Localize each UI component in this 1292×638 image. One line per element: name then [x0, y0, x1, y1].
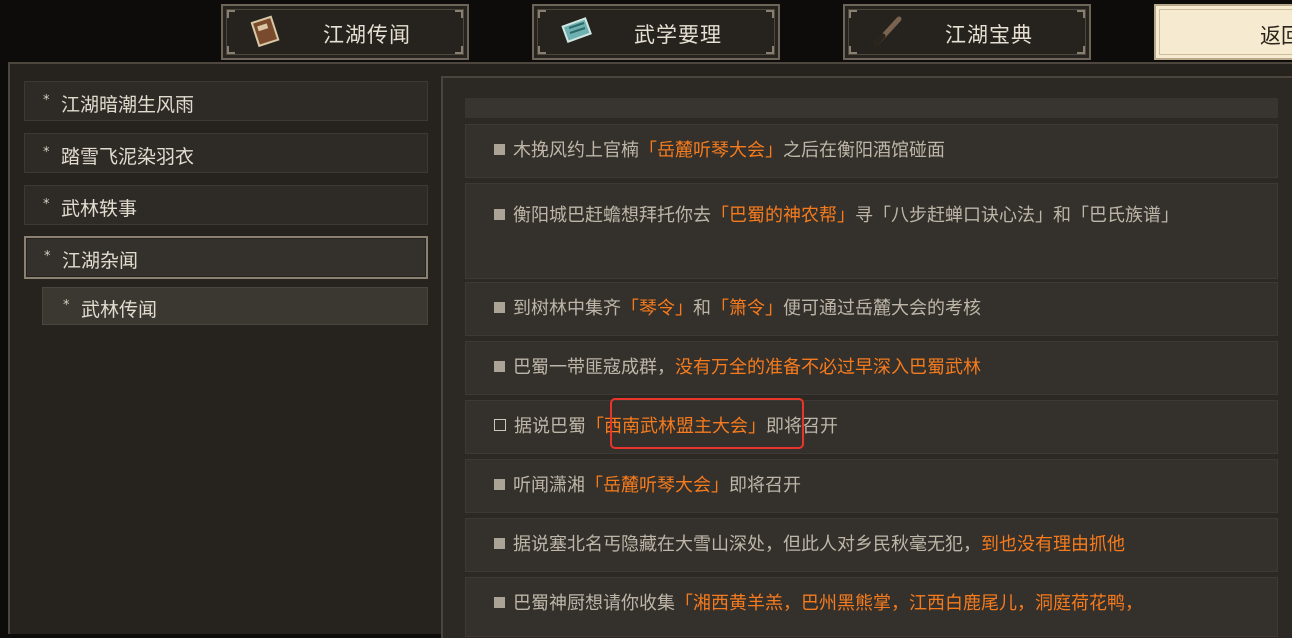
tab-jianghu-compendium[interactable]: 江湖宝典 [843, 4, 1091, 60]
checkbox-filled-icon [494, 361, 505, 372]
tab-label: 江湖宝典 [945, 23, 1033, 47]
back-button[interactable]: 返回 [1154, 4, 1292, 60]
subcategory-item[interactable]: * 武林传闻 [42, 287, 428, 325]
tab-label: 江湖传闻 [323, 23, 411, 47]
list-item: 据说巴蜀「西南武林盟主大会」即将召开 [465, 400, 1278, 454]
subcategory-label: 武林传闻 [81, 299, 158, 321]
list-item: 巴蜀神厨想请你收集「湘西黄羊羔，巴州黑熊掌，江西白鹿尾儿，洞庭荷花鸭， [465, 577, 1278, 637]
star-icon: * [43, 145, 50, 160]
category-label: 江湖杂闻 [62, 250, 139, 272]
annotation-highlight-box [610, 398, 804, 449]
category-item[interactable]: * 武林轶事 [24, 185, 428, 225]
tab-label: 武学要理 [634, 23, 722, 47]
category-item-selected[interactable]: * 江湖杂闻 [24, 236, 428, 279]
checkbox-empty-icon [494, 419, 506, 431]
category-item[interactable]: * 踏雪飞泥染羽衣 [24, 133, 428, 173]
star-icon: * [63, 298, 70, 313]
star-icon: * [44, 249, 51, 264]
category-label: 武林轶事 [61, 198, 138, 220]
category-label: 踏雪飞泥染羽衣 [61, 146, 195, 168]
checkbox-filled-icon [494, 302, 505, 313]
back-button-label: 返回 [1260, 24, 1292, 48]
list-item: 到树林中集齐「琴令」和「箫令」便可通过岳麓大会的考核 [465, 282, 1278, 336]
checkbox-filled-icon [494, 209, 505, 220]
list-item: 据说塞北名丐隐藏在大雪山深处，但此人对乡民秋毫无犯，到也没有理由抓他 [465, 518, 1278, 572]
panel-header-bar [465, 98, 1278, 118]
star-icon: * [43, 197, 50, 212]
tab-jianghu-rumors[interactable]: 江湖传闻 [221, 4, 469, 60]
category-label: 江湖暗潮生风雨 [61, 94, 195, 116]
list-item: 听闻潇湘「岳麓听琴大会」即将召开 [465, 459, 1278, 513]
list-item: 衡阳城巴赶蟾想拜托你去「巴蜀的神农帮」寻「八步赶蝉口诀心法」和「巴氏族谱」 [465, 183, 1278, 279]
list-item: 巴蜀一带匪寇成群，没有万全的准备不必过早深入巴蜀武林 [465, 341, 1278, 395]
checkbox-filled-icon [494, 538, 505, 549]
checkbox-filled-icon [494, 144, 505, 155]
checkbox-filled-icon [494, 597, 505, 608]
star-icon: * [43, 93, 50, 108]
list-item: 木挽风约上官楠「岳麓听琴大会」之后在衡阳酒馆碰面 [465, 124, 1278, 178]
checkbox-filled-icon [494, 479, 505, 490]
category-item[interactable]: * 江湖暗潮生风雨 [24, 81, 428, 121]
tab-martial-principles[interactable]: 武学要理 [532, 4, 780, 60]
